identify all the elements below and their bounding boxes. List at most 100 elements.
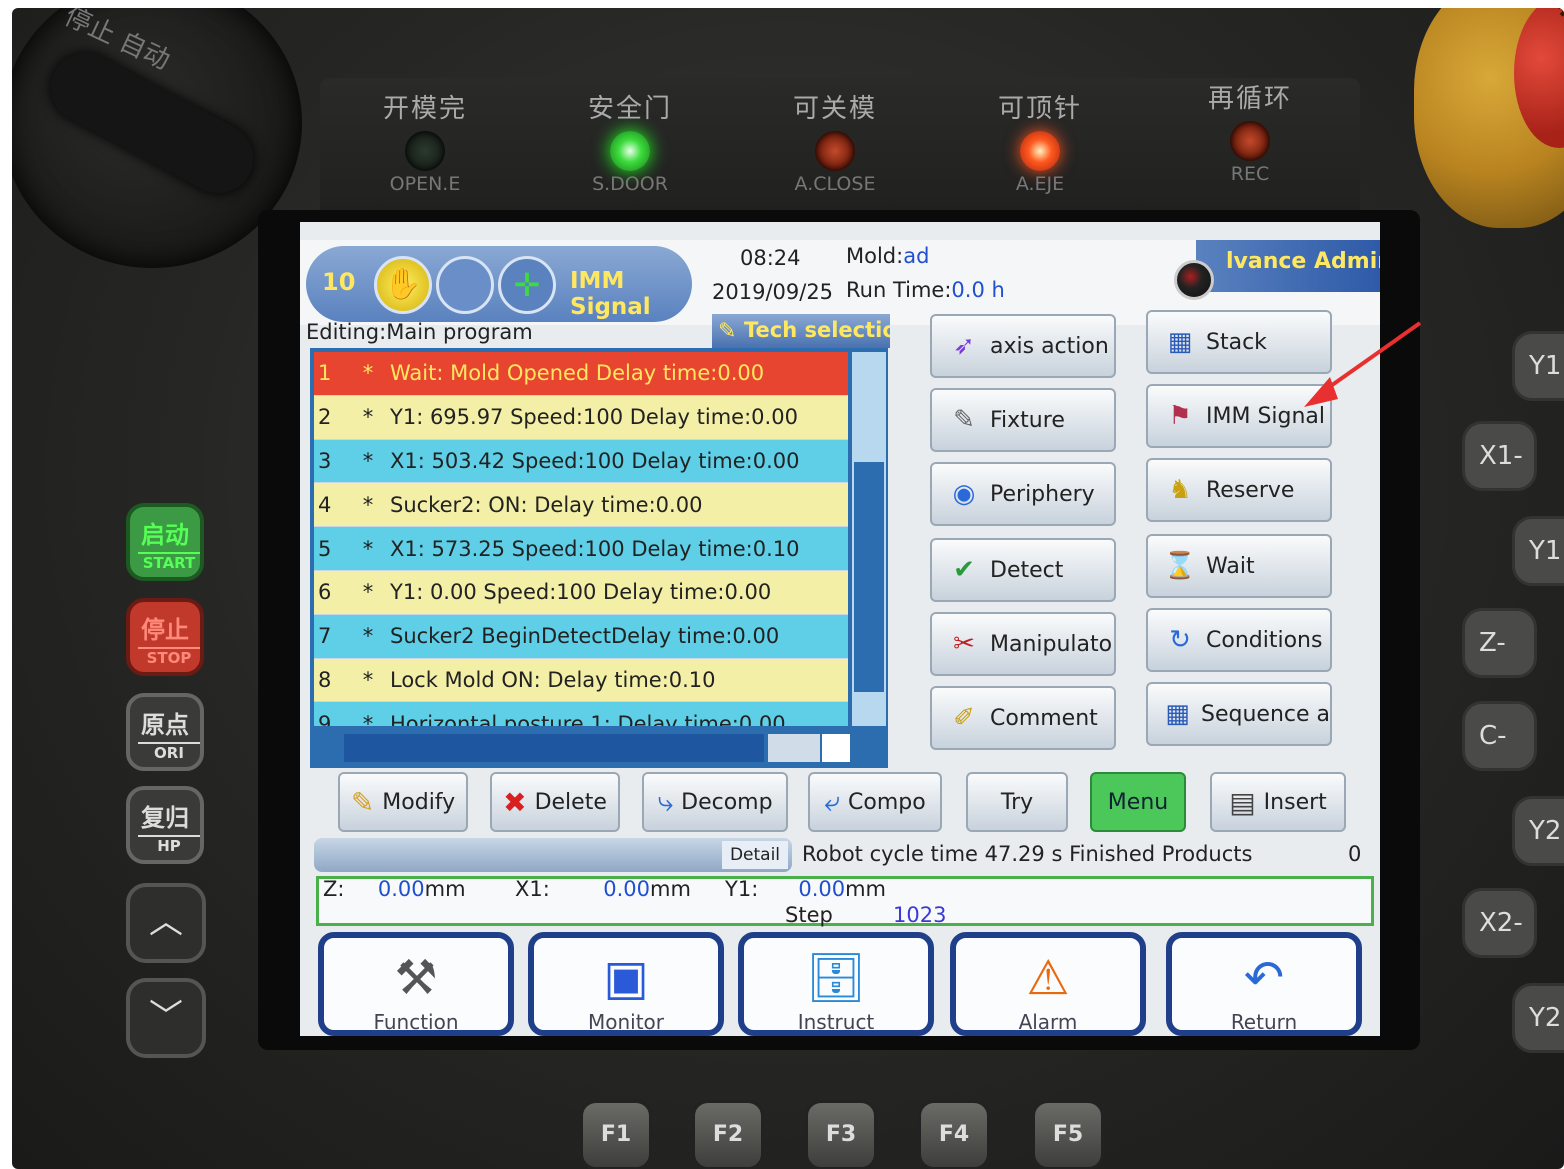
delete-label: Delete — [534, 789, 607, 815]
insert-icon: ▤ — [1229, 785, 1256, 819]
scroll-end-button[interactable] — [822, 734, 850, 762]
led-open-e: 开模完 OPEN.E — [360, 88, 490, 195]
jog-key-z-minus[interactable]: Z- — [1462, 608, 1537, 678]
comment-icon: ✐ — [953, 703, 975, 733]
row-text: Wait: Mold Opened Delay time:0.00 — [390, 361, 765, 386]
program-row[interactable]: 2 * Y1: 695.97 Speed:100 Delay time:0.00 — [314, 395, 848, 440]
jog-key-x1-minus[interactable]: X1- — [1462, 421, 1537, 491]
horizontal-scroll-thumb[interactable] — [768, 734, 820, 762]
comment-button[interactable]: ✐ Comment — [930, 686, 1116, 750]
decompose-button[interactable]: ⤷ Decomp — [642, 772, 788, 832]
compose-button[interactable]: ⤶ Compo — [808, 772, 942, 832]
manipulator-button[interactable]: ✂ Manipulato — [930, 612, 1116, 676]
monitor-nav-button[interactable]: ▣ Monitor — [528, 932, 724, 1036]
camera-icon[interactable] — [1174, 260, 1214, 300]
delete-button[interactable]: ✖ Delete — [490, 772, 620, 832]
function-nav-button[interactable]: ⚒ Function — [318, 932, 514, 1036]
program-row[interactable]: 8 * Lock Mold ON: Delay time:0.10 — [314, 658, 848, 703]
program-row[interactable]: 6 * Y1: 0.00 Speed:100 Delay time:0.00 — [314, 570, 848, 615]
up-arrow-button[interactable]: ︿ — [126, 883, 206, 963]
home-return-button[interactable]: 复归 HP — [126, 786, 204, 864]
down-arrow-button[interactable]: ﹀ — [126, 978, 206, 1058]
modify-button[interactable]: ✎ Modify — [338, 772, 468, 832]
empty-status-icon[interactable] — [436, 256, 494, 314]
tech-selection-button[interactable]: ✎ Tech selectio — [712, 314, 890, 348]
clock-date: 2019/09/25 — [712, 280, 834, 304]
led-lamp — [1230, 121, 1270, 161]
reserve-icon: ♞ — [1168, 475, 1192, 505]
warning-icon: ⚠ — [1026, 950, 1070, 1006]
reserve-button[interactable]: ♞ Reserve — [1146, 458, 1332, 522]
jog-key-y1-plus[interactable]: Y1 — [1512, 331, 1564, 401]
emergency-stop-cap[interactable] — [1514, 8, 1564, 148]
fixture-button[interactable]: ✎ Fixture — [930, 388, 1116, 452]
instruct-nav-button[interactable]: 🗄 Instruct — [738, 932, 934, 1036]
led-en-label: S.DOOR — [592, 173, 668, 195]
emergency-stop[interactable]: EM S — [1414, 8, 1564, 228]
program-row[interactable]: 4 * Sucker2: ON: Delay time:0.00 — [314, 483, 848, 528]
z-label: Z: — [323, 877, 345, 901]
z-unit: mm — [424, 877, 466, 901]
program-list[interactable]: 1 * Wait: Mold Opened Delay time:0.00 2 * Y1… — [314, 352, 848, 726]
pencil-icon: ✎ — [718, 319, 737, 344]
horizontal-scroll-track[interactable] — [344, 734, 764, 762]
compose-label: Compo — [848, 789, 926, 815]
sequence-icon: ▦ — [1165, 699, 1190, 729]
lcd-screen: 10 ✋ ✛ IMM Signal 08:24 2019/09/25 Mold:… — [300, 222, 1380, 1036]
start-button[interactable]: 启动 START — [126, 503, 204, 581]
f1-key[interactable]: F1 — [580, 1100, 652, 1169]
mold-value: ad — [903, 244, 930, 268]
insert-label: Insert — [1263, 789, 1327, 815]
sequence-button[interactable]: ▦ Sequence a — [1146, 682, 1332, 746]
f4-key[interactable]: F4 — [918, 1100, 990, 1169]
axis-action-button[interactable]: ➶ axis action — [930, 314, 1116, 378]
f3-key[interactable]: F3 — [805, 1100, 877, 1169]
f5-key[interactable]: F5 — [1032, 1100, 1104, 1169]
origin-button[interactable]: 原点 ORI — [126, 693, 204, 771]
led-cn-label: 开模完 — [382, 94, 467, 124]
tech-selection-label: Tech selectio — [744, 318, 890, 342]
try-button[interactable]: Try — [966, 772, 1068, 832]
jog-key-y1-2[interactable]: Y1 — [1512, 516, 1564, 586]
horizontal-scrollbar[interactable] — [314, 732, 852, 764]
manual-hand-icon[interactable]: ✋ — [374, 256, 432, 314]
vertical-scroll-thumb[interactable] — [854, 462, 884, 692]
user-login-box[interactable]: lvance Admin — [1196, 240, 1380, 292]
axis-icon: ➶ — [953, 331, 975, 361]
cmd-label: Stack — [1206, 329, 1267, 355]
jog-key-c-minus[interactable]: C- — [1462, 701, 1537, 771]
coord-y1: Y1: 0.00mm — [725, 877, 886, 901]
jog-key-y2[interactable]: Y2 — [1512, 796, 1564, 866]
jog-key-y2-2[interactable]: Y2 — [1512, 983, 1564, 1053]
insert-button[interactable]: ▤ Insert — [1210, 772, 1346, 832]
alarm-nav-button[interactable]: ⚠ Alarm — [950, 932, 1146, 1036]
axis-cross-icon[interactable]: ✛ — [498, 256, 556, 314]
return-nav-button[interactable]: ↶ Return — [1166, 932, 1362, 1036]
detect-button[interactable]: ✔ Detect — [930, 538, 1116, 602]
program-row[interactable]: 1 * Wait: Mold Opened Delay time:0.00 — [314, 352, 848, 396]
detail-button[interactable]: Detail — [722, 841, 788, 869]
hourglass-icon: ⌛ — [1163, 551, 1197, 581]
program-row[interactable]: 5 * X1: 573.25 Speed:100 Delay time:0.10 — [314, 527, 848, 571]
stop-button[interactable]: 停止 STOP — [126, 598, 204, 676]
row-number: 5 — [318, 536, 332, 561]
hp-en: HP — [138, 835, 200, 855]
led-a-close: 可关模 A.CLOSE — [770, 88, 900, 195]
program-row[interactable]: 7 * Sucker2 BeginDetectDelay time:0.00 — [314, 614, 848, 659]
program-row[interactable]: 9 * Horizontal posture 1: Delay time:0.00 — [314, 702, 848, 726]
led-lamp — [815, 131, 855, 171]
program-row[interactable]: 3 * X1: 503.42 Speed:100 Delay time:0.00 — [314, 439, 848, 484]
led-cn-label: 可顶针 — [997, 94, 1082, 124]
menu-button[interactable]: Menu — [1090, 772, 1186, 832]
bottom-navigation: ⚒ Function ▣ Monitor 🗄 Instruct ⚠ Alarm … — [314, 930, 1380, 1036]
conditions-button[interactable]: ↻ Conditions — [1146, 608, 1332, 672]
jog-key-x2-minus[interactable]: X2- — [1462, 888, 1537, 958]
wait-button[interactable]: ⌛ Wait — [1146, 534, 1332, 598]
row-star: * — [362, 580, 374, 605]
vertical-scrollbar[interactable] — [852, 352, 886, 726]
row-number: 7 — [318, 624, 332, 649]
periphery-button[interactable]: ◉ Periphery — [930, 462, 1116, 526]
led-en-label: A.EJE — [1015, 173, 1065, 195]
delete-x-icon: ✖ — [503, 785, 527, 819]
f2-key[interactable]: F2 — [692, 1100, 764, 1169]
